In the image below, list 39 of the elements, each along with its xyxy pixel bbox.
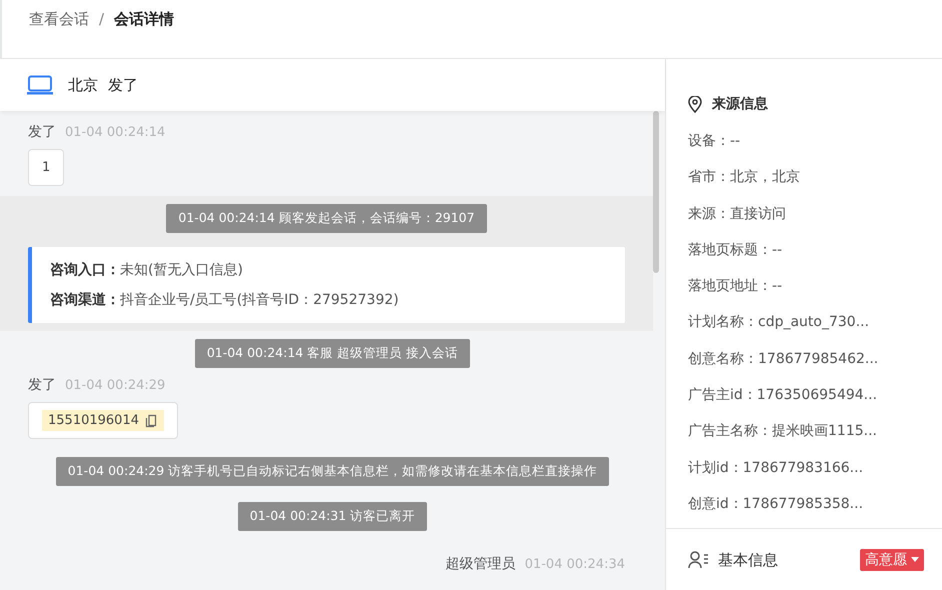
section-title: 基本信息 <box>718 550 778 570</box>
info-row-text: 计划名称：cdp_auto_730... <box>688 313 870 332</box>
scrollbar[interactable] <box>653 111 659 273</box>
caret-icon <box>911 557 919 564</box>
laptop-icon <box>27 75 53 95</box>
system-notice: 01-04 00:24:14 客服 超级管理员 接入会话 <box>194 339 470 368</box>
sender-name: 超级管理员 <box>446 555 516 573</box>
copy-icon[interactable] <box>144 414 158 428</box>
info-row-text: 创意名称：178677985462... <box>688 350 880 369</box>
sender-name: 发了 <box>28 123 56 141</box>
phone-number[interactable]: 15510196014 <box>42 410 164 431</box>
system-notice: 01-04 00:24:29 访客手机号已自动标记右侧基本信息栏，如需修改请在基本信息栏直接操作 <box>56 457 610 486</box>
message-time: 01-04 00:24:29 <box>65 378 166 393</box>
user-list-icon <box>688 551 710 570</box>
system-notice: 01-04 00:24:14 顾客发起会话，会话编号：29107 <box>166 204 487 233</box>
entry-info: 咨询入口：未知(暂无入口信息) <box>50 261 244 280</box>
breadcrumb-item[interactable]: 查看会话 <box>29 10 89 29</box>
system-notice: 01-04 00:24:31 访客已离开 <box>238 502 428 531</box>
sender-name: 发了 <box>28 376 56 394</box>
info-row-text: 省市：北京，北京 <box>688 168 801 188</box>
info-row-text: 落地页地址：-- <box>688 277 784 296</box>
info-row-text: 计划id：178677983166... <box>688 458 864 478</box>
message-time: 01-04 00:24:14 <box>65 125 166 140</box>
breadcrumb-item: 会话详情 <box>114 10 174 29</box>
entry-info: 咨询渠道：抖音企业号/员工号(抖音号ID：279527392) <box>50 291 400 310</box>
visitor-location: 北京 <box>68 76 98 94</box>
info-row-text: 广告主名称：提米映画1115... <box>688 422 878 442</box>
visitor-name: 发了 <box>108 76 138 94</box>
info-row-text: 落地页标题：-- <box>688 240 784 260</box>
info-row-text: 广告主id：176350695494... <box>688 386 878 406</box>
info-row-text: 设备：-- <box>688 132 742 151</box>
info-row-text: 创意id：178677985358... <box>688 494 864 514</box>
intent-dropdown[interactable]: 高意愿 <box>860 549 924 572</box>
location-pin-icon <box>688 96 702 112</box>
info-row-text: 来源：直接访问 <box>688 204 787 224</box>
message-bubble: 1 <box>28 149 64 186</box>
breadcrumb-separator: / <box>99 10 104 28</box>
section-title: 来源信息 <box>712 95 768 113</box>
message-time: 01-04 00:24:34 <box>524 557 625 572</box>
